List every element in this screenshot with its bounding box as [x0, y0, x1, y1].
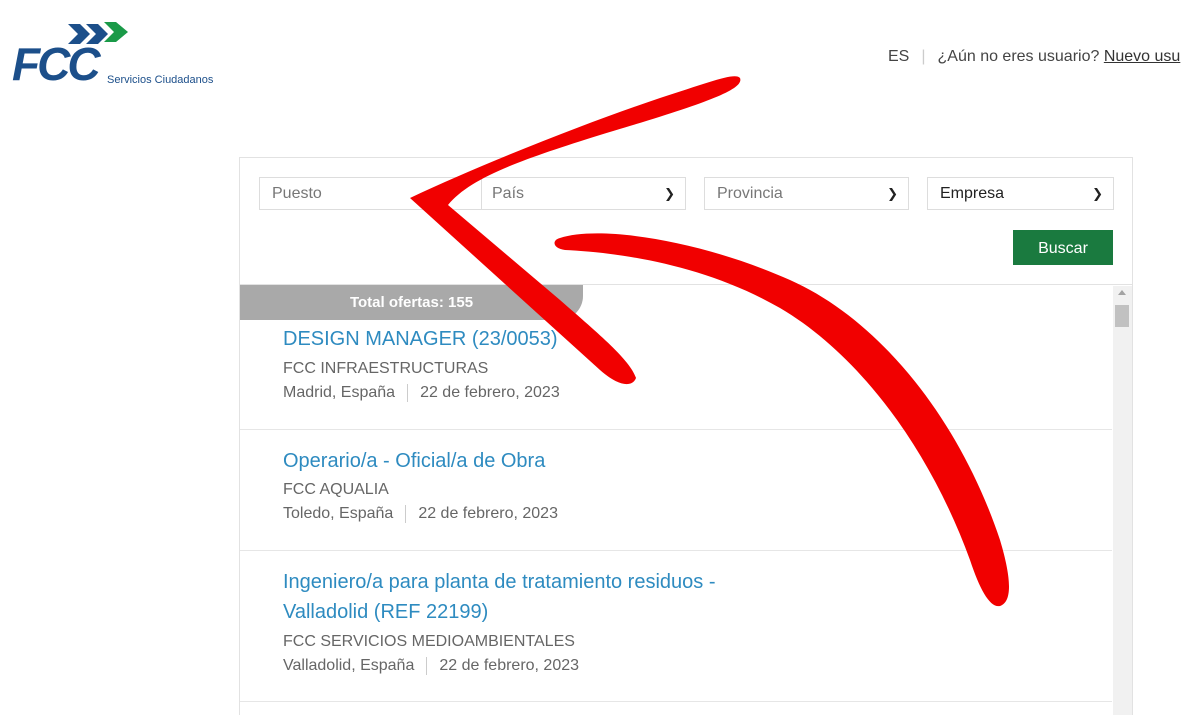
job-meta: Valladolid, España 22 de febrero, 2023 [283, 656, 579, 676]
chevron-down-icon: ❯ [887, 186, 898, 201]
job-location: Toledo, España [283, 505, 394, 522]
puesto-input[interactable]: Puesto [259, 177, 483, 210]
meta-divider [405, 504, 407, 523]
fcc-logo[interactable]: FCC Servicios Ciudadanos [12, 22, 227, 88]
job-list-item[interactable]: Operario/a - Oficial/a de Obra FCC AQUAL… [240, 430, 1112, 551]
job-location: Valladolid, España [283, 657, 415, 674]
buscar-button[interactable]: Buscar [1013, 230, 1113, 265]
job-location: Madrid, España [283, 384, 396, 401]
job-title-link[interactable]: Operario/a - Oficial/a de Obra [283, 446, 545, 476]
pais-select[interactable]: País ❯ [481, 177, 686, 210]
header-user-bar: ES | ¿Aún no eres usuario? Nuevo usu [888, 48, 1180, 66]
job-company: FCC INFRAESTRUCTURAS [283, 360, 489, 377]
language-selector[interactable]: ES [888, 48, 909, 65]
meta-divider [407, 383, 409, 402]
job-company: FCC AQUALIA [283, 481, 389, 498]
logo-wordmark: FCC [12, 38, 101, 90]
scroll-thumb[interactable] [1115, 305, 1129, 327]
chevron-down-icon: ❯ [664, 186, 675, 201]
register-prompt: ¿Aún no eres usuario? [937, 48, 1100, 65]
empresa-select-value: Empresa [940, 185, 1005, 202]
job-title-link[interactable]: DESIGN MANAGER (23/0053) [283, 324, 558, 354]
provincia-select[interactable]: Provincia ❯ [704, 177, 909, 210]
logo-subtitle: Servicios Ciudadanos [107, 74, 214, 86]
job-date: 22 de febrero, 2023 [418, 505, 558, 522]
empresa-select[interactable]: Empresa ❯ [927, 177, 1114, 210]
meta-divider [426, 656, 428, 675]
job-company: FCC SERVICIOS MEDIOAMBIENTALES [283, 633, 575, 650]
job-title-link-line2[interactable]: Valladolid (REF 22199) [283, 597, 488, 627]
page: FCC Servicios Ciudadanos ES | ¿Aún no eres… [0, 0, 1200, 715]
provincia-select-value: Provincia [717, 185, 783, 202]
header-separator: | [921, 48, 926, 65]
job-date: 22 de febrero, 2023 [439, 657, 580, 674]
job-meta: Madrid, España 22 de febrero, 2023 [283, 383, 560, 403]
register-link[interactable]: Nuevo usu [1104, 48, 1181, 65]
job-search-panel: Puesto País ❯ Provincia ❯ Empresa ❯ Busc… [239, 157, 1133, 715]
pais-select-value: País [492, 185, 525, 202]
job-title-link[interactable]: Ingeniero/a para planta de tratamiento r… [283, 567, 716, 597]
job-list-item[interactable]: Ingeniero/a para planta de tratamiento r… [240, 551, 1112, 702]
total-offers-badge: Total ofertas: 155 [240, 285, 583, 320]
job-meta: Toledo, España 22 de febrero, 2023 [283, 504, 558, 524]
results-scrollbar[interactable] [1113, 286, 1132, 715]
scroll-up-icon[interactable] [1118, 290, 1126, 295]
chevron-down-icon: ❯ [1092, 186, 1103, 201]
job-date: 22 de febrero, 2023 [420, 384, 560, 401]
